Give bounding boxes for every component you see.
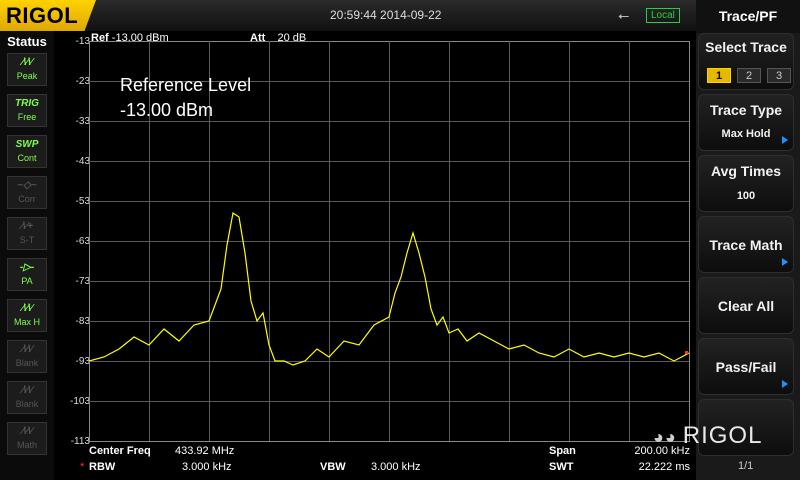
span-label: Span xyxy=(549,445,576,457)
wechat-icon: ◕◕ xyxy=(653,427,677,447)
status-icon: -▷- xyxy=(19,262,35,273)
status-label: Max H xyxy=(13,317,40,327)
swt-value: 22.222 ms xyxy=(638,461,690,473)
vbw-value: 3.000 kHz xyxy=(371,461,421,473)
status-label: PA xyxy=(21,276,33,286)
vbw-label: VBW xyxy=(320,461,346,473)
y-tick-label: -33 xyxy=(75,116,90,127)
center-freq-readout: Center Freq xyxy=(89,445,151,457)
swt-label: SWT xyxy=(549,461,574,473)
status-label: Math xyxy=(16,440,37,450)
status-title: Status xyxy=(7,34,47,49)
watermark: ◕◕ RIGOL xyxy=(653,422,762,450)
trace-end-marker xyxy=(685,351,688,354)
status-label: Peak xyxy=(16,71,38,81)
y-tick-label: -63 xyxy=(75,236,90,247)
trace-option-2[interactable]: 2 xyxy=(737,68,761,83)
status-item-max-h: ∕\∕\∕ Max H xyxy=(7,299,47,332)
status-label: Cont xyxy=(17,153,37,163)
trace-type-value: Max Hold xyxy=(721,128,771,140)
status-item-pa: -▷- PA xyxy=(7,258,47,291)
status-item-blank: ∕\∕\∕ Blank xyxy=(7,340,47,373)
status-column: Status ∕\∕\∕ Peak TRIG Free SWP Cont ~◇~ Corr ∕\… xyxy=(0,31,54,480)
y-tick-label: -103 xyxy=(69,396,90,407)
status-icon: ∕\∕\∕ xyxy=(21,385,33,396)
center-freq-label: Center Freq xyxy=(89,445,151,457)
trace-option-3[interactable]: 3 xyxy=(767,68,791,83)
clear-all-softkey[interactable]: Clear All xyxy=(698,277,794,334)
status-item-blank: ∕\∕\∕ Blank xyxy=(7,381,47,414)
status-item-corr: ~◇~ Corr xyxy=(7,176,47,209)
y-tick-label: -83 xyxy=(75,316,90,327)
trace-type-softkey[interactable]: Trace Type Max Hold xyxy=(698,94,794,151)
status-icon: ∕\∕\∕ xyxy=(21,426,33,437)
status-icon: ~◇~ xyxy=(17,180,37,191)
submenu-arrow-icon xyxy=(782,258,788,266)
status-item-free: TRIG Free xyxy=(7,94,47,127)
reference-level-annotation: Reference Level -13.00 dBm xyxy=(120,73,251,123)
trace-math-label: Trace Math xyxy=(709,237,783,253)
status-label: Corr xyxy=(18,194,36,204)
rbw-manual-marker: * xyxy=(80,461,85,473)
date-time: 20:59:44 2014-09-22 xyxy=(330,8,442,22)
y-tick-label: -23 xyxy=(75,76,90,87)
watermark-text: RIGOL xyxy=(682,422,763,449)
y-tick-label: -43 xyxy=(75,156,90,167)
avg-times-label: Avg Times xyxy=(710,163,782,179)
trace-type-label: Trace Type xyxy=(709,102,783,118)
status-icon: ∕\∕\∕ xyxy=(21,303,33,314)
rbw-label: RBW xyxy=(89,461,116,473)
annotation-value: -13.00 dBm xyxy=(120,100,214,120)
avg-times-softkey[interactable]: Avg Times 100 xyxy=(698,155,794,212)
submenu-arrow-icon xyxy=(782,136,788,144)
pass-fail-softkey[interactable]: Pass/Fail xyxy=(698,338,794,395)
select-trace-softkey[interactable]: Select Trace 1 2 3 xyxy=(698,33,794,90)
y-tick-label: -113 xyxy=(70,436,90,447)
status-icon: SWP xyxy=(15,139,39,150)
pass-fail-label: Pass/Fail xyxy=(715,359,777,375)
select-trace-label: Select Trace xyxy=(705,39,787,55)
center-freq-value: 433.92 MHz xyxy=(175,445,235,457)
softkey-panel: Trace/PF Select Trace 1 2 3 Trace Type M… xyxy=(696,0,800,480)
status-item-peak: ∕\∕\∕ Peak xyxy=(7,53,47,86)
status-icon: ∕\∕\∕ xyxy=(21,57,33,68)
y-tick-label: -73 xyxy=(75,276,90,287)
clear-all-label: Clear All xyxy=(717,298,775,314)
usb-icon: ⭠ xyxy=(618,7,630,23)
status-item-math: ∕\∕\∕ Math xyxy=(7,422,47,455)
status-label: Blank xyxy=(15,358,39,368)
page-indicator: 1/1 xyxy=(738,460,754,472)
menu-title: Trace/PF xyxy=(696,0,800,33)
status-item-s-t: ∕\∕+ S-T xyxy=(7,217,47,250)
status-label: Free xyxy=(17,112,37,122)
status-item-cont: SWP Cont xyxy=(7,135,47,168)
remote-status-badge[interactable]: Local xyxy=(646,8,680,23)
trace-math-softkey[interactable]: Trace Math xyxy=(698,216,794,273)
top-bar: RIGOL 20:59:44 2014-09-22 ⭠ Local xyxy=(0,0,696,31)
status-icon: ∕\∕+ xyxy=(21,221,33,232)
y-tick-label: -53 xyxy=(75,196,90,207)
status-icon: ∕\∕\∕ xyxy=(21,344,33,355)
status-label: Blank xyxy=(15,399,39,409)
rbw-value: 3.000 kHz xyxy=(182,461,232,473)
submenu-arrow-icon xyxy=(782,380,788,388)
trace-option-1[interactable]: 1 xyxy=(707,68,731,83)
y-tick-label: -13 xyxy=(75,36,90,47)
brand-logo: RIGOL xyxy=(0,0,96,31)
status-icon: TRIG xyxy=(15,98,39,109)
status-label: S-T xyxy=(19,235,35,245)
annotation-title: Reference Level xyxy=(120,75,252,95)
avg-times-value: 100 xyxy=(736,190,756,202)
y-tick-label: -93 xyxy=(75,356,90,367)
